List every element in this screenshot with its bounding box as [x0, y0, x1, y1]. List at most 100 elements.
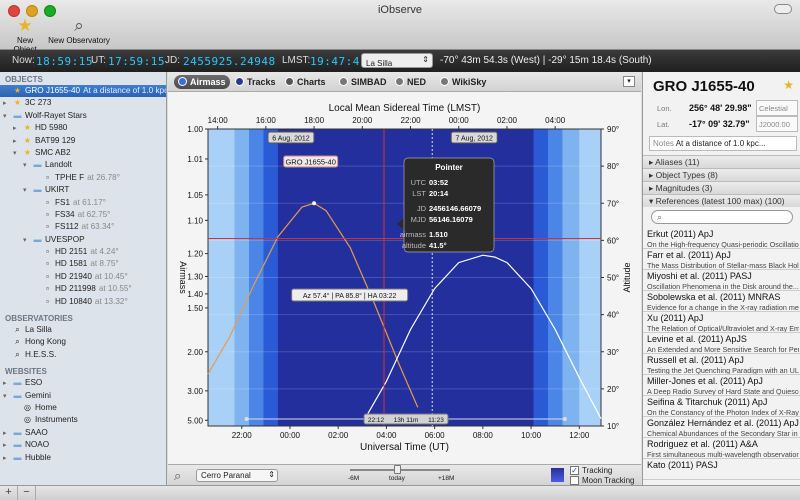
- tab-menu-button[interactable]: ▾: [623, 76, 635, 87]
- disclosure-triangle-icon[interactable]: ▸: [3, 453, 12, 464]
- toolbar-toggle-button[interactable]: [774, 4, 792, 14]
- y2-axis-label: Altitude: [622, 262, 632, 292]
- disclosure-triangle-icon[interactable]: ▾: [3, 391, 12, 402]
- airmass-chart[interactable]: Local Mean Sidereal Time (LMST) Universal…: [168, 92, 641, 464]
- telescope-icon: ⌕: [15, 325, 20, 335]
- reference-title: Kato (2011) PASJ: [647, 460, 718, 470]
- tab-tracks[interactable]: Tracks: [231, 75, 280, 89]
- aliases-section[interactable]: ▸ Aliases (11): [643, 155, 800, 168]
- tab-simbad[interactable]: SIMBAD: [335, 75, 391, 89]
- observatory-select-value: Cerro Paranal: [201, 471, 251, 480]
- sidebar-row[interactable]: ▾ ▬ UKIRT: [0, 184, 166, 196]
- references-search-input[interactable]: ⌕: [651, 210, 793, 224]
- moon-tracking-checkbox[interactable]: [570, 476, 579, 485]
- tab-ned[interactable]: NED: [391, 75, 430, 89]
- disclosure-triangle-icon[interactable]: ▾: [23, 235, 32, 246]
- reference-item[interactable]: Kato (2011) PASJ: [643, 459, 800, 480]
- disclosure-triangle-icon[interactable]: ▸: [13, 136, 22, 147]
- sidebar-row[interactable]: ▾ ▬ Landolt: [0, 159, 166, 171]
- reference-item[interactable]: Rodriguez et al. (2011) A&A First simulta…: [643, 438, 800, 459]
- sidebar-row[interactable]: ▸ ★ BAT99 129: [0, 135, 166, 147]
- tracking-label: Tracking: [582, 466, 613, 475]
- disclosure-triangle-icon[interactable]: ▾: [23, 185, 32, 196]
- reference-item[interactable]: Levine et al. (2011) ApJS An Extended and…: [643, 333, 800, 354]
- coordinate-system[interactable]: Celestial: [756, 100, 798, 116]
- site-select[interactable]: La Silla ⇕: [361, 53, 433, 68]
- sidebar-row[interactable]: ◎ Instruments: [0, 414, 166, 426]
- sidebar-row[interactable]: ▾ ★ SMC AB2: [0, 147, 166, 159]
- reference-item[interactable]: Sobolewska et al. (2011) MNRAS Evidence f…: [643, 291, 800, 312]
- disclosure-triangle-icon[interactable]: ▾: [23, 160, 32, 171]
- reference-item[interactable]: Miller-Jones et al. (2011) ApJ A Deep Rad…: [643, 375, 800, 396]
- sidebar-row[interactable]: ▫ FS1 at 61.17°: [0, 197, 166, 209]
- equinox[interactable]: J2000.00: [756, 116, 798, 132]
- sidebar-row[interactable]: ▸ ▬ Hubble: [0, 452, 166, 464]
- pointer-airmass-value: 1.510: [429, 230, 448, 239]
- tab-label: WikiSky: [452, 77, 487, 87]
- disclosure-triangle-icon[interactable]: ▸: [3, 428, 12, 439]
- disclosure-triangle-icon[interactable]: ▸: [13, 123, 22, 134]
- sidebar-row[interactable]: ⌕ H.E.S.S.: [0, 349, 166, 361]
- reference-item[interactable]: Seifina & Titarchuk (2011) ApJ On the Con…: [643, 396, 800, 417]
- sidebar-row[interactable]: ⌕ Hong Kong: [0, 336, 166, 348]
- sidebar-row[interactable]: ▸ ▬ ESO: [0, 377, 166, 389]
- sidebar-row-label: Instruments: [35, 415, 78, 425]
- reference-item[interactable]: Russell et al. (2011) ApJ Testing the Jet…: [643, 354, 800, 375]
- sidebar-row[interactable]: ▫ FS34 at 62.75°: [0, 209, 166, 221]
- tab-charts[interactable]: Charts: [281, 75, 330, 89]
- disclosure-triangle-icon[interactable]: ▸: [3, 86, 12, 97]
- lmst-tick-label: 18:00: [304, 116, 325, 125]
- tracking-checkbox[interactable]: ✓: [570, 466, 579, 475]
- sidebar-row[interactable]: ▫ FS112 at 63.34°: [0, 221, 166, 233]
- disclosure-triangle-icon[interactable]: ▸: [3, 98, 12, 109]
- sidebar-row[interactable]: ▫ HD 1581 at 8.75°: [0, 258, 166, 270]
- favorite-star-icon[interactable]: ★: [783, 78, 794, 92]
- lmst-tick-label: 00:00: [449, 116, 470, 125]
- disclosure-triangle-icon[interactable]: ▾: [3, 111, 12, 122]
- new-observatory-button[interactable]: ⌕ New Observatory: [48, 16, 110, 45]
- sidebar-row[interactable]: ⌕ La Silla: [0, 324, 166, 336]
- date-range-slider-knob[interactable]: [394, 465, 401, 474]
- add-button[interactable]: +: [0, 486, 18, 500]
- folder-icon: ▬: [13, 390, 22, 400]
- disclosure-triangle-icon[interactable]: ▾: [13, 148, 22, 159]
- sidebar-row[interactable]: ▾ ▬ UVESPOP: [0, 234, 166, 246]
- references-section[interactable]: ▾ References (latest 100 max) (100): [643, 194, 800, 207]
- reference-item[interactable]: González Hernández et al. (2011) ApJ Chem…: [643, 417, 800, 438]
- sidebar-row-label: 3C 273: [25, 98, 52, 108]
- sidebar-row[interactable]: ▫ HD 211998 at 10.55°: [0, 283, 166, 295]
- disclosure-triangle-icon[interactable]: ▸: [3, 440, 12, 451]
- reference-title: Russell et al. (2011) ApJ: [647, 355, 744, 365]
- lmst-tick-label: 20:00: [352, 116, 373, 125]
- sidebar-row[interactable]: ▸ ▬ SAAO: [0, 427, 166, 439]
- sidebar-row[interactable]: ▸ ▬ NOAO: [0, 439, 166, 451]
- sidebar-row[interactable]: ◎ Home: [0, 402, 166, 414]
- new-object-button[interactable]: ★ New Object: [6, 16, 44, 54]
- sidebar-row[interactable]: ▸ ★ HD 5980: [0, 122, 166, 134]
- reference-title: Miller-Jones et al. (2011) ApJ: [647, 376, 763, 386]
- object-label: GRO J1655-40: [285, 158, 335, 167]
- reference-item[interactable]: Erkut (2011) ApJ On the High-frequency Qu…: [643, 228, 800, 249]
- magnitudes-section[interactable]: ▸ Magnitudes (3): [643, 181, 800, 194]
- sidebar-row-note: at 26.78°: [87, 172, 120, 182]
- reference-item[interactable]: Farr et al. (2011) ApJ The Mass Distribut…: [643, 249, 800, 270]
- observatory-select[interactable]: Cerro Paranal ⇕: [196, 469, 278, 482]
- object-types-section[interactable]: ▸ Object Types (8): [643, 168, 800, 181]
- reference-item[interactable]: Miyoshi et al. (2011) PASJ Oscillation Ph…: [643, 270, 800, 291]
- sidebar-row[interactable]: ▾ ▬ Wolf-Rayet Stars: [0, 110, 166, 122]
- sidebar-row[interactable]: ▫ HD 21940 at 10.45°: [0, 271, 166, 283]
- tab-label: Charts: [297, 77, 326, 87]
- sidebar-row[interactable]: ▸ ★ GRO J1655-40 At a distance of 1.0 kpc..…: [0, 85, 166, 98]
- object-details-panel: GRO J1655-40 ★ Lon. 256° 48' 29.98" Lat.…: [642, 72, 800, 485]
- tab-airmass[interactable]: Airmass: [174, 75, 230, 89]
- reference-item[interactable]: Xu (2011) ApJ The Relation of Optical/Ult…: [643, 312, 800, 333]
- tab-wikisky[interactable]: WikiSky: [436, 75, 490, 89]
- sidebar-row[interactable]: ▫ TPHE Fat 26.78°: [0, 172, 166, 184]
- sidebar-row[interactable]: ▾ ▬ Gemini: [0, 390, 166, 402]
- sidebar-row[interactable]: ▫ HD 10840 at 13.32°: [0, 296, 166, 308]
- remove-button[interactable]: −: [18, 486, 36, 500]
- disclosure-triangle-icon[interactable]: ▸: [3, 378, 12, 389]
- sidebar-row[interactable]: ▸ ★ 3C 273: [0, 97, 166, 109]
- sidebar-row[interactable]: ▫ HD 2151 at 4.24°: [0, 246, 166, 258]
- notes-field[interactable]: Notes At a distance of 1.0 kpc...: [649, 136, 797, 151]
